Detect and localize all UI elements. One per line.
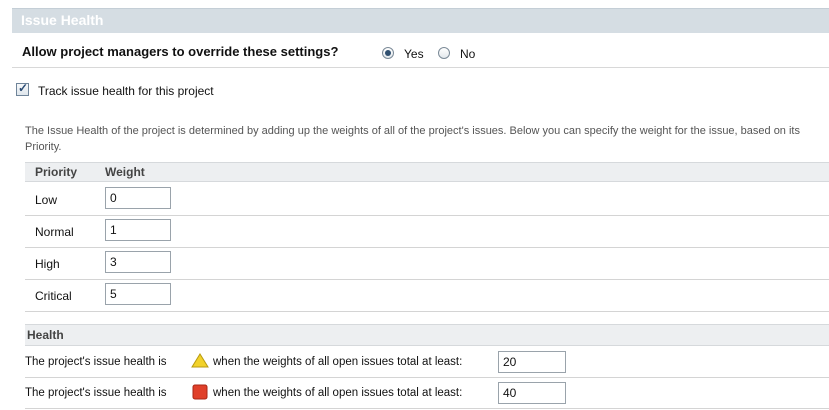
health-row-prefix: The project's issue health is xyxy=(25,387,167,399)
checkmark-icon: ✓ xyxy=(18,81,29,95)
section-header: Issue Health xyxy=(12,8,829,33)
section-title: Issue Health xyxy=(21,12,104,28)
override-setting-row: Allow project managers to override these… xyxy=(12,33,829,68)
priority-name: Critical xyxy=(35,289,72,303)
track-health-label[interactable]: Track issue health for this project xyxy=(38,84,214,98)
health-row-suffix: when the weights of all open issues tota… xyxy=(213,356,463,368)
health-description: The Issue Health of the project is deter… xyxy=(25,125,800,153)
priority-name: High xyxy=(35,257,60,271)
priority-row-critical: Critical xyxy=(25,279,829,312)
health-title: Health xyxy=(27,328,64,342)
weight-input-normal[interactable] xyxy=(105,219,171,241)
health-threshold-row-warning: The project's issue health is when the w… xyxy=(25,347,829,378)
health-section-header: Health xyxy=(25,324,829,346)
priority-name: Low xyxy=(35,193,58,207)
priority-row-low: Low xyxy=(25,183,829,216)
priority-table-header: Priority Weight xyxy=(25,162,829,182)
priority-row-high: High xyxy=(25,247,829,280)
override-question: Allow project managers to override these… xyxy=(22,44,339,59)
warning-threshold-input[interactable] xyxy=(498,351,566,373)
weight-input-low[interactable] xyxy=(105,187,171,209)
weight-input-high[interactable] xyxy=(105,251,171,273)
weight-column-header: Weight xyxy=(105,165,145,179)
health-threshold-row-critical: The project's issue health is when the w… xyxy=(25,378,829,409)
track-health-checkbox[interactable]: ✓ xyxy=(16,81,29,96)
override-no-radio[interactable] xyxy=(438,47,450,59)
warning-triangle-icon xyxy=(191,353,209,368)
priority-name: Normal xyxy=(35,225,74,239)
weight-input-critical[interactable] xyxy=(105,283,171,305)
health-row-prefix: The project's issue health is xyxy=(25,356,167,368)
override-no-label[interactable]: No xyxy=(460,47,475,61)
critical-square-icon xyxy=(192,384,208,400)
override-yes-radio[interactable] xyxy=(382,47,394,59)
critical-threshold-input[interactable] xyxy=(498,382,566,404)
override-yes-label[interactable]: Yes xyxy=(404,47,424,61)
priority-column-header: Priority xyxy=(35,165,78,179)
priority-row-normal: Normal xyxy=(25,215,829,248)
health-row-suffix: when the weights of all open issues tota… xyxy=(213,387,463,399)
